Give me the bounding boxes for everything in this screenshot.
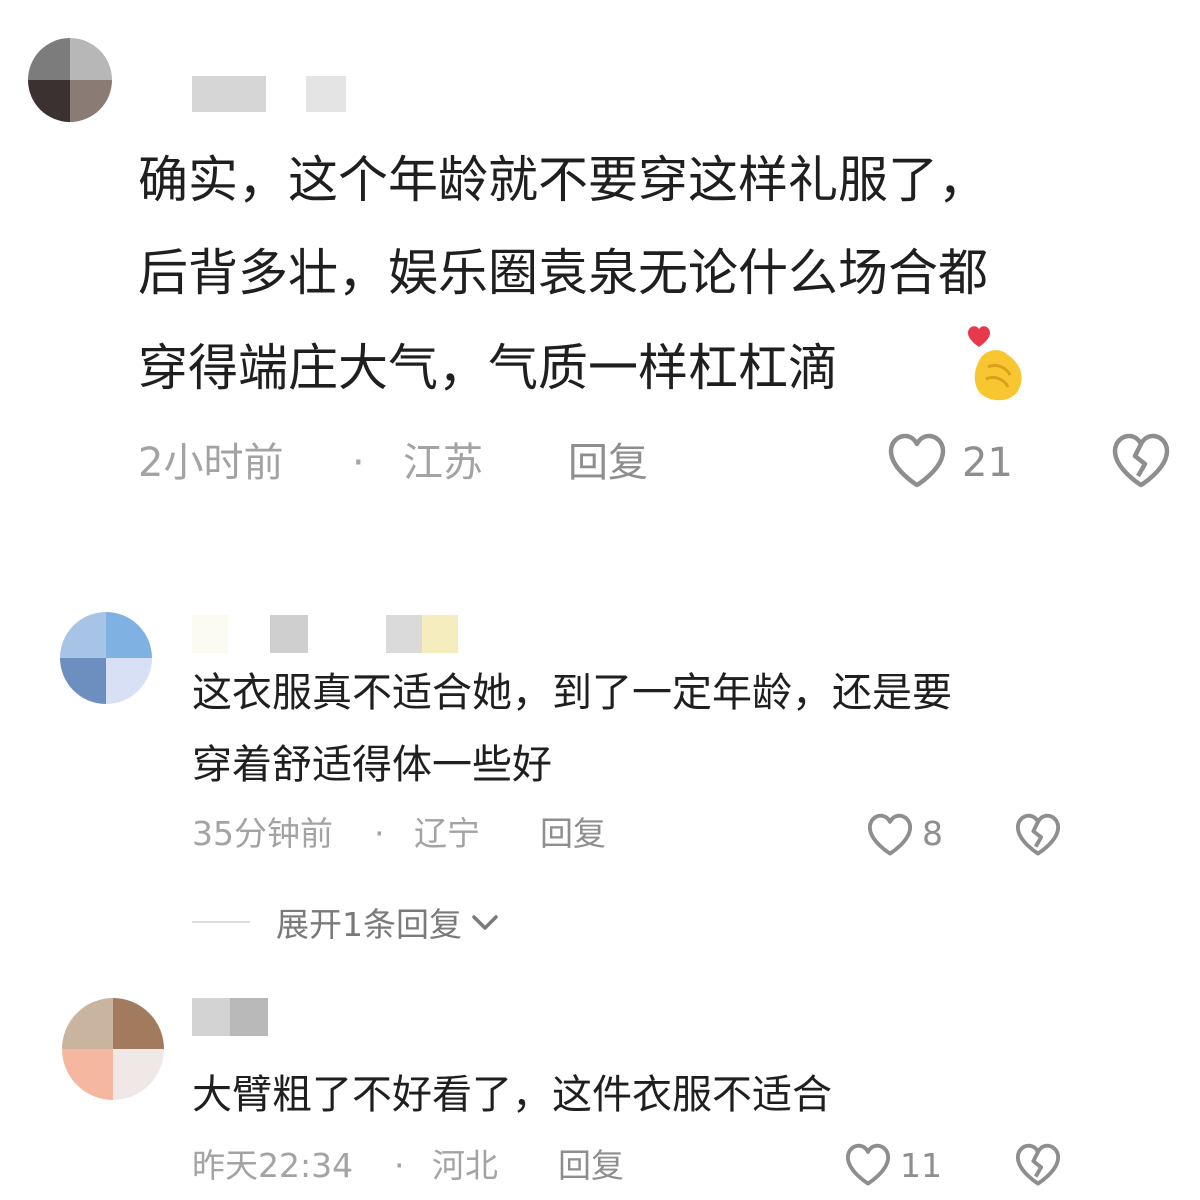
broken-heart-icon[interactable] (1110, 432, 1172, 490)
comment-location: 辽宁 (414, 814, 480, 853)
heart-outline-icon[interactable] (866, 812, 914, 858)
comment-list: 确实，这个年龄就不要穿这样礼服了， 后背多壮，娱乐圈袁泉无论什么场合都 穿得端庄… (0, 0, 1200, 1200)
heart-outline-icon[interactable] (886, 432, 948, 490)
avatar[interactable] (60, 612, 152, 704)
meta-separator: · (374, 814, 385, 853)
like-count: 21 (962, 440, 1013, 486)
comment-text-line: 穿着舒适得体一些好 (192, 742, 552, 788)
comment-text-line: 后背多壮，娱乐圈袁泉无论什么场合都 (138, 244, 988, 302)
broken-heart-icon[interactable] (1014, 1142, 1062, 1188)
comment-time: 35分钟前 (192, 814, 333, 853)
username-blurred[interactable] (192, 998, 268, 1036)
heart-outline-icon[interactable] (844, 1142, 892, 1188)
meta-separator: · (394, 1146, 405, 1185)
username-blurred[interactable] (192, 615, 458, 653)
expand-replies-label: 展开1条回复 (276, 905, 462, 944)
comment-text-line: 这衣服真不适合她，到了一定年龄，还是要 (192, 670, 952, 716)
comment-time: 昨天22:34 (192, 1146, 354, 1185)
comment-location: 江苏 (403, 440, 483, 486)
username-blurred[interactable] (192, 76, 346, 112)
comment-text-line: 确实，这个年龄就不要穿这样礼服了， (138, 151, 988, 209)
comment-location: 河北 (432, 1146, 498, 1185)
chevron-down-icon (472, 915, 498, 930)
expand-replies-button[interactable]: 展开1条回复 (192, 900, 500, 944)
broken-heart-icon[interactable] (1014, 812, 1062, 858)
like-count: 8 (922, 814, 943, 853)
comment-time: 2小时前 (138, 440, 284, 486)
comment-text-line: 大臂粗了不好看了，这件衣服不适合 (192, 1072, 832, 1118)
finger-heart-emoji-icon (968, 326, 1022, 401)
expand-divider (192, 921, 250, 923)
reply-button[interactable]: 回复 (558, 1144, 624, 1188)
comment-text-line: 穿得端庄大气，气质一样杠杠滴 (138, 339, 838, 397)
avatar[interactable] (62, 998, 164, 1100)
reply-button[interactable]: 回复 (540, 812, 606, 856)
meta-separator: · (352, 440, 365, 486)
reply-button[interactable]: 回复 (568, 438, 648, 488)
like-count: 11 (900, 1146, 942, 1185)
avatar[interactable] (28, 38, 112, 122)
